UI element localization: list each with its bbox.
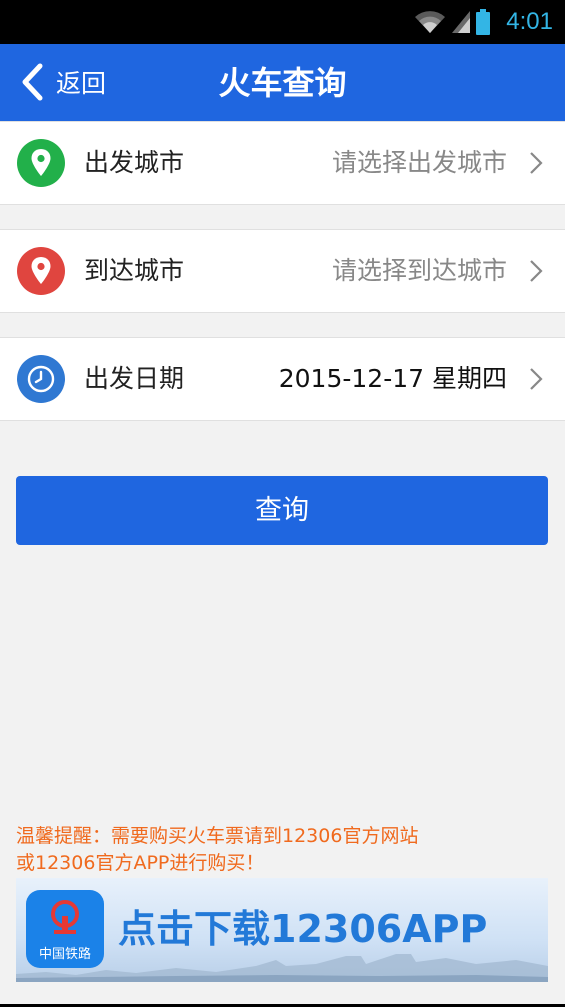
departure-city-row[interactable]: 出发城市 请选择出发城市	[0, 121, 565, 205]
back-button[interactable]: 返回	[20, 62, 106, 102]
departure-date-value: 2015-12-17 星期四	[278, 364, 507, 393]
signal-icon	[452, 11, 471, 33]
location-pin-icon	[17, 139, 65, 187]
arrival-city-label: 到达城市	[84, 256, 185, 285]
chevron-right-icon	[530, 260, 543, 282]
notice-line-2: 或12306官方APP进行购买！	[16, 852, 265, 874]
chevron-right-icon	[530, 152, 543, 174]
wifi-icon	[415, 11, 446, 33]
departure-date-label: 出发日期	[84, 364, 185, 393]
logo-text: 中国铁路	[38, 947, 91, 962]
status-clock: 4:01	[506, 8, 553, 35]
departure-city-label: 出发城市	[84, 148, 185, 177]
arrival-city-row[interactable]: 到达城市 请选择到达城市	[0, 229, 565, 313]
status-bar: 4:01	[0, 0, 565, 44]
departure-date-row[interactable]: 出发日期 2015-12-17 星期四	[0, 337, 565, 421]
notice-line-1: 温馨提醒：需要购买火车票请到12306官方网站	[16, 825, 419, 847]
departure-city-value: 请选择出发城市	[331, 148, 507, 177]
chevron-left-icon	[22, 63, 43, 101]
battery-icon	[476, 9, 491, 35]
status-icons: 4:01	[414, 6, 553, 38]
clock-icon	[17, 355, 65, 403]
back-label: 返回	[56, 69, 107, 98]
search-button[interactable]: 查询	[16, 476, 548, 545]
arrival-city-value: 请选择到达城市	[331, 256, 507, 285]
railway-emblem-icon	[51, 900, 79, 934]
notice-text: 温馨提醒：需要购买火车票请到12306官方网站 或12306官方APP进行购买！	[16, 823, 556, 877]
chevron-right-icon	[530, 368, 543, 390]
china-railway-logo: 中国铁路	[26, 890, 104, 968]
download-app-banner[interactable]: 中国铁路 点击下载12306APP	[16, 878, 548, 982]
location-pin-icon	[17, 247, 65, 295]
title-bar: 返回 火车查询	[0, 44, 565, 122]
banner-text: 点击下载12306APP	[118, 907, 488, 951]
